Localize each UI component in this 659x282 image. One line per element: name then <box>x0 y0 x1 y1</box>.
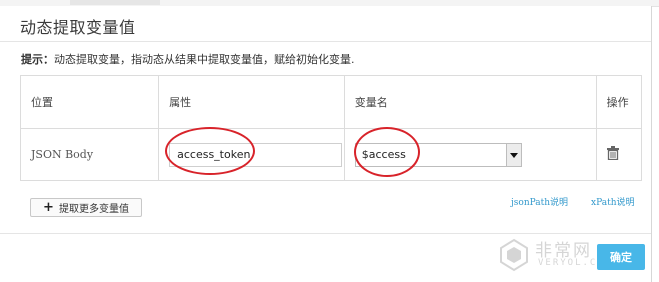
footer-divider <box>0 233 651 234</box>
add-more-label: 提取更多变量值 <box>58 204 129 215</box>
plus-icon: + <box>43 200 54 215</box>
header-position: 位置 <box>19 75 160 129</box>
operation-cell <box>595 128 643 181</box>
dialog-title: 动态提取变量值 <box>20 18 136 37</box>
hint-label: 提示： <box>21 53 54 66</box>
chevron-down-icon[interactable] <box>505 143 521 166</box>
attribute-cell: access_token <box>158 128 345 181</box>
variable-name-cell: $access <box>343 128 597 181</box>
attribute-input[interactable]: access_token <box>169 142 343 167</box>
trash-icon[interactable] <box>606 146 619 161</box>
jsonpath-help-link[interactable]: jsonPath说明 <box>511 195 568 208</box>
watermark-logo-icon <box>500 238 528 272</box>
table-header-row: 位置 属性 变量名 操作 <box>19 75 643 129</box>
hint-body: 动态提取变量，指动态从结果中提取变量值，赋给初始化变量. <box>54 53 355 66</box>
watermark: 非常网 VERYOL.COM <box>497 236 610 278</box>
table-row: JSON Body access_token $access <box>19 128 643 181</box>
header-operation: 操作 <box>595 75 643 129</box>
hint-text: 提示：动态提取变量，指动态从结果中提取变量值，赋给初始化变量. <box>21 51 355 67</box>
add-more-variables-button[interactable]: + 提取更多变量值 <box>30 198 142 217</box>
position-cell: JSON Body <box>19 128 160 181</box>
variable-name-select[interactable]: $access <box>354 142 522 167</box>
header-attribute: 属性 <box>158 75 345 129</box>
header-variable-name: 变量名 <box>343 75 597 129</box>
variable-name-value: $access <box>361 147 406 161</box>
variables-table: 位置 属性 变量名 操作 JSON Body access_token $acc… <box>19 75 643 181</box>
background-tab-ghost <box>70 0 160 5</box>
xpath-help-link[interactable]: xPath说明 <box>591 195 635 208</box>
title-divider <box>0 41 651 42</box>
confirm-button[interactable]: 确定 <box>597 244 645 270</box>
